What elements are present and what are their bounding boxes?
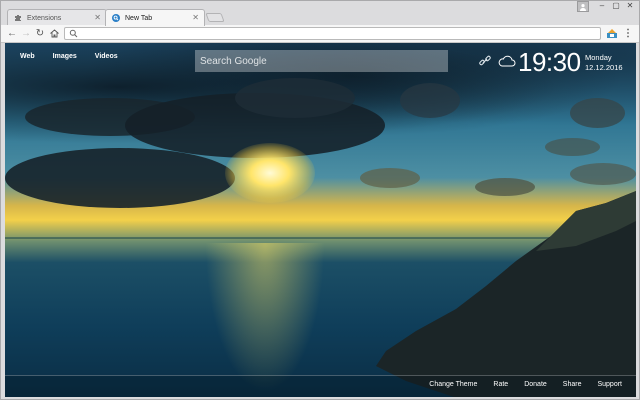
search-type-links: Web Images Videos: [20, 53, 118, 60]
browser-window: Extensions ✕ New Tab ✕ – ▢ ✕ ← → ↻ ⋮ Web…: [0, 0, 640, 400]
search-icon: [112, 14, 120, 22]
new-tab-button[interactable]: [205, 13, 225, 22]
tab-title: New Tab: [125, 14, 153, 22]
footer-links: Change Theme Rate Donate Share Support: [429, 381, 622, 388]
reload-button[interactable]: ↻: [34, 27, 46, 40]
tab-new-tab[interactable]: New Tab ✕: [105, 9, 205, 26]
tab-extensions[interactable]: Extensions ✕: [7, 9, 107, 26]
cloud: [5, 148, 235, 208]
close-window-button[interactable]: ✕: [623, 1, 637, 12]
extension-icon[interactable]: [606, 28, 618, 39]
search-link-images[interactable]: Images: [53, 53, 77, 60]
support-link[interactable]: Support: [597, 381, 622, 388]
minimize-button[interactable]: –: [595, 1, 609, 12]
menu-button[interactable]: ⋮: [623, 27, 633, 40]
search-link-web[interactable]: Web: [20, 53, 35, 60]
tab-strip: Extensions ✕ New Tab ✕ – ▢ ✕: [1, 1, 639, 26]
back-button[interactable]: ←: [6, 27, 18, 40]
share-link[interactable]: Share: [563, 381, 582, 388]
toolbar: ← → ↻ ⋮: [1, 25, 639, 43]
change-theme-link[interactable]: Change Theme: [429, 381, 477, 388]
cloud: [235, 78, 355, 118]
cliff: [376, 191, 636, 397]
sun: [225, 143, 315, 203]
sea-reflection: [205, 243, 325, 393]
person-icon: [580, 3, 586, 11]
cloud: [570, 98, 625, 128]
close-tab-icon[interactable]: ✕: [192, 13, 199, 22]
cloud: [400, 83, 460, 118]
forward-button[interactable]: →: [20, 27, 32, 40]
weekday: Monday: [585, 53, 612, 62]
cloud-icon: [498, 55, 516, 67]
search-icon: [69, 29, 78, 38]
date: 12.12.2016: [585, 63, 623, 72]
address-input[interactable]: [81, 28, 596, 39]
donate-link[interactable]: Donate: [524, 381, 547, 388]
home-icon: [49, 29, 59, 38]
close-tab-icon[interactable]: ✕: [94, 13, 101, 22]
home-button[interactable]: [48, 27, 60, 40]
search-input[interactable]: [195, 50, 448, 72]
cloud: [570, 163, 636, 185]
puzzle-icon: [14, 14, 22, 22]
profile-button[interactable]: [577, 1, 589, 12]
address-bar[interactable]: [64, 27, 601, 40]
link-icon[interactable]: [478, 54, 492, 68]
tab-title: Extensions: [27, 14, 62, 22]
clock: 19:30: [518, 47, 581, 77]
search-link-videos[interactable]: Videos: [95, 53, 118, 60]
cloud: [360, 168, 420, 188]
cloud: [545, 138, 600, 156]
rate-link[interactable]: Rate: [493, 381, 508, 388]
maximize-button[interactable]: ▢: [609, 1, 623, 12]
new-tab-page: Web Images Videos 19:30 Monday 12.12.201…: [5, 43, 636, 397]
footer-bar: Change Theme Rate Donate Share Support: [5, 375, 636, 397]
